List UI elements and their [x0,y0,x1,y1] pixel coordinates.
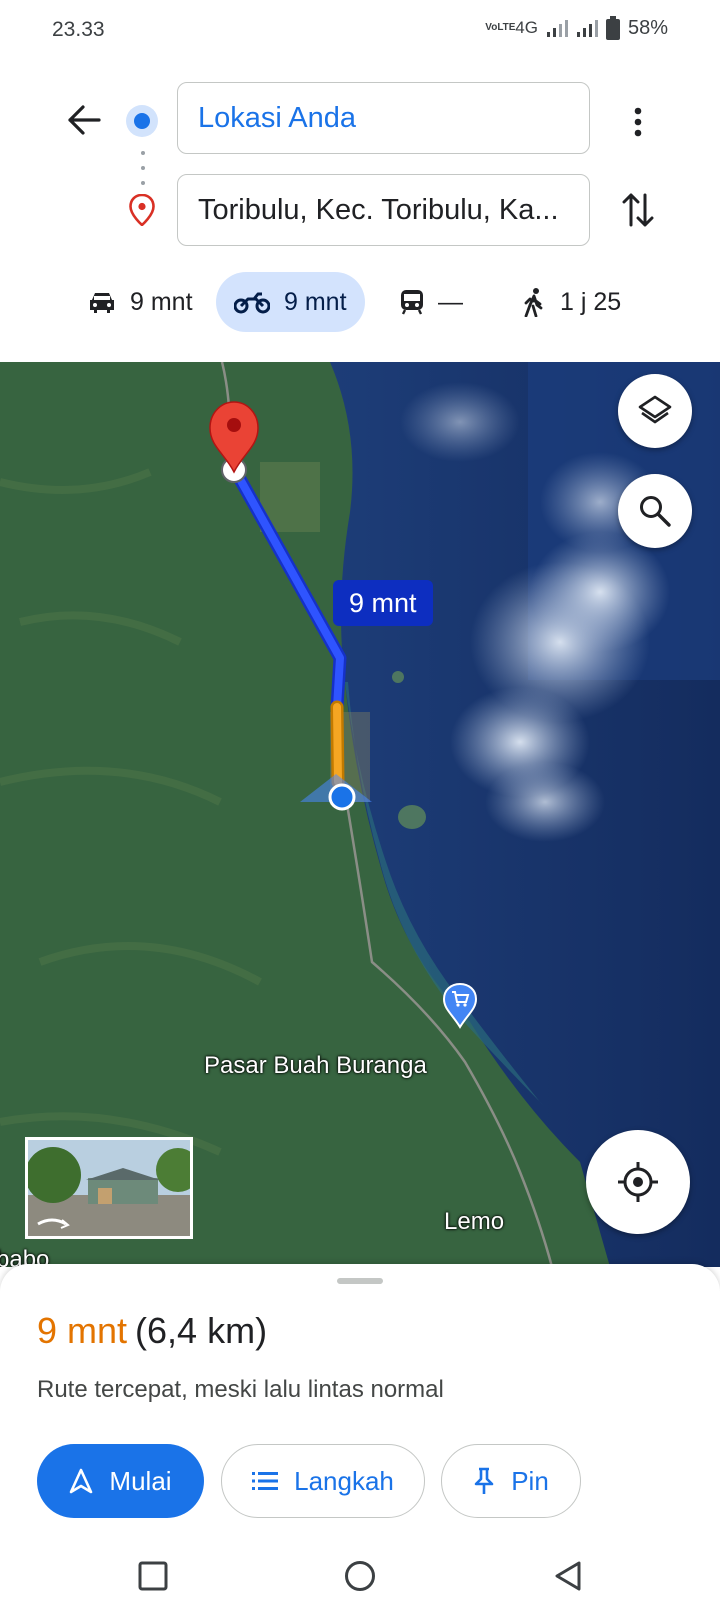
motorcycle-icon [234,292,270,314]
list-icon [252,1472,279,1490]
back-button[interactable] [60,96,108,144]
my-location-button[interactable] [586,1130,690,1234]
signal-icon [546,20,568,37]
steps-button[interactable]: Langkah [221,1444,425,1518]
train-icon [401,290,423,315]
swap-button[interactable] [614,186,662,234]
origin-text: Lokasi Anda [198,101,357,134]
battery-icon [605,16,620,40]
more-vert-icon [634,107,642,137]
steps-button-label: Langkah [294,1465,394,1496]
mode-car-label: 9 mnt [130,287,193,316]
car-icon [90,293,114,313]
start-button-label: Mulai [109,1465,172,1496]
layers-icon [638,395,672,424]
home-circle-icon [345,1561,375,1591]
route-distance: (6,4 km) [135,1310,268,1351]
signal-icon-2 [576,20,598,37]
status-bar: 23.33 VoLTE 4G 58% [0,0,720,62]
recents-button[interactable] [131,1554,175,1598]
street-view-image [28,1140,190,1236]
battery-level: 58% [627,16,668,39]
mode-walk-label: 1 j 25 [560,287,622,316]
map-view[interactable]: 9 mnt Pasar Buah Buranga Lemo babo [0,362,720,1267]
satellite-map [0,362,720,1267]
route-description: Rute tercepat, meski lalu lintas normal [37,1376,444,1403]
my-location-icon [618,1162,658,1202]
pin-button-label: Pin [511,1465,549,1496]
walking-icon [524,288,543,317]
destination-pin-icon [129,194,155,226]
more-options-button[interactable] [618,98,658,146]
mode-walk[interactable]: 1 j 25 [504,272,639,332]
street-view-thumbnail[interactable] [25,1137,193,1239]
mode-motorcycle-label: 9 mnt [284,287,347,316]
travel-modes: 9 mnt 9 mnt — 1 j 25 [0,272,720,334]
route-summary: 9 mnt (6,4 km) [37,1310,267,1352]
directions-panel: Lokasi Anda Toribulu, Kec. Toribulu, Ka.… [0,62,720,362]
network-type: 4G [515,18,538,37]
search-icon [640,496,671,527]
navigation-arrow-icon [70,1468,93,1494]
place-label-pasar-buah-buranga[interactable]: Pasar Buah Buranga [204,1052,427,1080]
start-button[interactable]: Mulai [37,1444,204,1518]
search-button[interactable] [618,474,692,548]
arrow-back-icon [68,105,101,135]
origin-dot-icon [126,105,158,137]
pin-button[interactable]: Pin [441,1444,581,1518]
destination-text: Toribulu, Kec. Toribulu, Ka... [198,193,559,226]
origin-input[interactable]: Lokasi Anda [177,82,590,154]
layers-button[interactable] [618,374,692,448]
status-icons: VoLTE 4G 58% [485,16,668,40]
system-navigation-bar [0,1540,720,1612]
mode-car[interactable]: 9 mnt [70,272,211,332]
swap-vert-icon [622,193,654,227]
back-nav-button[interactable] [546,1554,590,1598]
destination-input[interactable]: Toribulu, Kec. Toribulu, Ka... [177,174,590,246]
mode-transit-label: — [438,287,463,316]
home-button[interactable] [338,1554,382,1598]
back-triangle-icon [555,1561,581,1591]
pushpin-icon [474,1467,494,1494]
route-duration: 9 mnt [37,1310,128,1351]
route-dots-icon [141,151,145,185]
status-time: 23.33 [52,18,105,41]
drag-handle[interactable] [337,1278,383,1284]
volte-icon: VoLTE [485,22,516,33]
recents-icon [138,1561,168,1591]
route-time-bubble[interactable]: 9 mnt [333,580,433,626]
mode-transit[interactable]: — [382,272,481,332]
place-label-lemo[interactable]: Lemo [444,1208,504,1236]
mode-motorcycle[interactable]: 9 mnt [216,272,365,332]
